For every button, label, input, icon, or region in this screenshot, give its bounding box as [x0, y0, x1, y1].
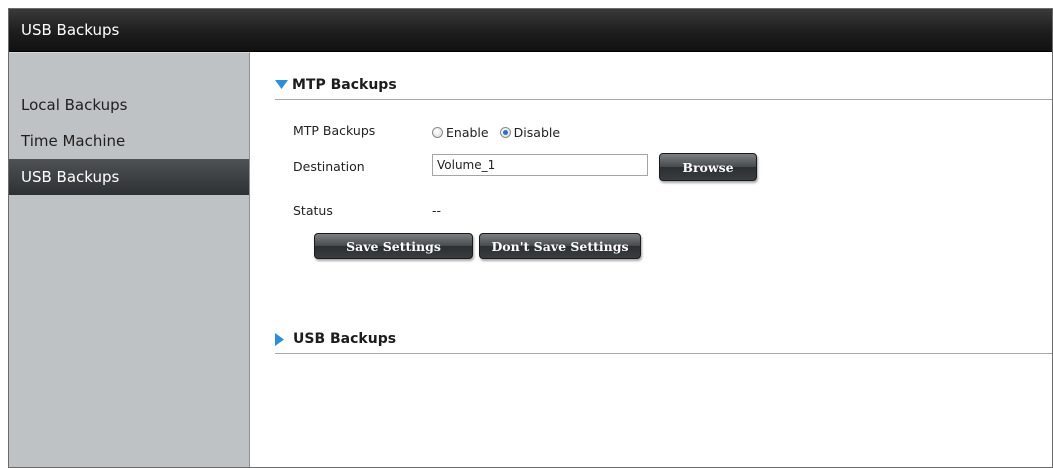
collapsed-triangle-icon[interactable]	[275, 332, 285, 346]
save-settings-button[interactable]: Save Settings	[314, 233, 473, 259]
mtp-backups-label: MTP Backups	[293, 123, 376, 138]
usb-section-title: USB Backups	[293, 331, 397, 347]
usb-section-header[interactable]: USB Backups	[275, 331, 1052, 354]
sidebar-item-local-backups[interactable]: Local Backups	[9, 87, 249, 123]
sidebar: Local Backups Time Machine USB Backups	[9, 52, 250, 467]
app-window: USB Backups Local Backups Time Machine U…	[8, 8, 1053, 468]
sidebar-item-usb-backups[interactable]: USB Backups	[9, 159, 249, 195]
mtp-radio-group: Enable Disable	[432, 122, 566, 141]
expanded-triangle-icon[interactable]	[275, 80, 288, 90]
sidebar-item-time-machine[interactable]: Time Machine	[9, 123, 249, 159]
enable-radio-label: Enable	[446, 125, 489, 140]
status-label: Status	[293, 203, 333, 218]
mtp-section-title: MTP Backups	[292, 77, 397, 93]
dont-save-settings-button[interactable]: Don't Save Settings	[479, 233, 641, 259]
mtp-section-header[interactable]: MTP Backups	[275, 77, 1052, 100]
disable-radio[interactable]	[499, 127, 511, 138]
destination-label: Destination	[293, 159, 365, 174]
browse-button[interactable]: Browse	[659, 153, 757, 181]
enable-radio[interactable]	[432, 127, 443, 138]
main-panel: MTP Backups MTP Backups Enable Disable D…	[250, 52, 1052, 467]
destination-input[interactable]	[432, 154, 648, 176]
status-value: --	[432, 203, 442, 218]
window-title: USB Backups	[9, 9, 1052, 52]
disable-radio-label: Disable	[513, 125, 561, 140]
